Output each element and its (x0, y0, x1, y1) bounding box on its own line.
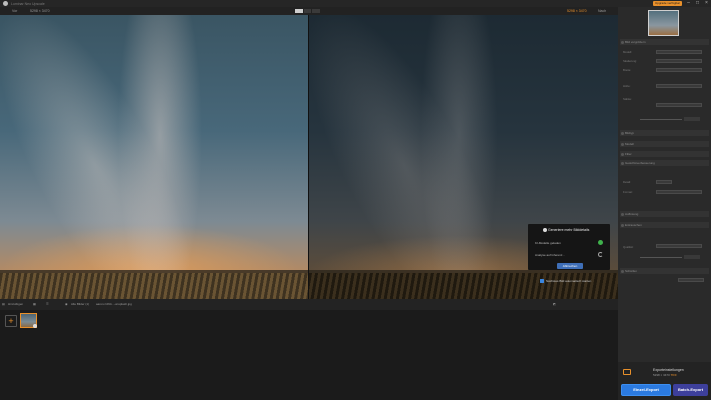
section-header[interactable]: Auflösung (620, 211, 709, 217)
panel-row-label: Modell: (623, 50, 633, 54)
detail-select[interactable] (656, 180, 672, 184)
check-icon (598, 240, 603, 245)
status-badge (33, 324, 37, 328)
list-view-icon[interactable]: ☰ (46, 302, 49, 306)
navigator-preview[interactable] (648, 10, 679, 36)
quality-select[interactable] (656, 244, 702, 248)
app-logo-icon (3, 1, 8, 6)
section-header[interactable]: Gesichtsverbesserung (620, 160, 709, 166)
export-settings-icon[interactable] (623, 369, 631, 375)
height-field[interactable] (656, 84, 702, 88)
file-name: aaron-f-094...-unsplash.jpg (96, 302, 132, 306)
detail-slider[interactable] (640, 119, 682, 120)
title-bar: Luminar Neo Upscale (0, 0, 711, 7)
section-header[interactable]: Entrauschen (620, 222, 709, 228)
single-export-button[interactable]: Einzel-Export (621, 384, 671, 396)
export-format: TIFF (670, 373, 677, 377)
before-size: 5298 × 3470 (30, 8, 50, 13)
filmstrip (0, 310, 618, 400)
add-image-button[interactable]: + (5, 315, 17, 327)
app-title: Luminar Neo Upscale (11, 1, 45, 6)
panel-row-label: Format: (623, 190, 633, 194)
dialog-step-models: KI-Modelle geladen (535, 241, 561, 245)
upgrade-button[interactable]: Upgrade verfügbar (653, 1, 682, 6)
dialog-step-inference: Analyse auf Inferenz... (535, 253, 565, 257)
cancel-button[interactable]: Abbrechen (557, 263, 583, 269)
spinner-icon (598, 252, 603, 257)
folder-icon[interactable]: ▤ (2, 302, 5, 306)
panel-row-label: Qualität: (623, 245, 634, 249)
quality-value[interactable] (684, 255, 700, 259)
after-label: Nach (598, 8, 607, 13)
model-select[interactable] (656, 50, 702, 54)
scale-select[interactable] (656, 59, 702, 63)
section-header[interactable]: Filter (620, 151, 709, 157)
quality-slider[interactable] (640, 257, 682, 258)
output-select[interactable] (678, 278, 704, 282)
image-thumbnail[interactable] (20, 313, 37, 328)
before-image (0, 15, 309, 299)
close-icon[interactable]: × (702, 0, 711, 7)
panel-row-label: Stärke: (623, 97, 632, 101)
strength-select[interactable] (656, 103, 702, 107)
panel-row-label: Breite: (623, 68, 632, 72)
export-settings-title[interactable]: Exporteinstellungen (653, 368, 684, 372)
after-size: 5298 × 3470 (567, 8, 587, 13)
batch-export-button[interactable]: Batch-Export (673, 384, 708, 396)
eye-icon[interactable]: ◉ (65, 302, 68, 306)
sparkle-icon (543, 228, 547, 232)
section-header[interactable]: Bildtyp (620, 130, 709, 136)
maximize-icon[interactable]: □ (693, 0, 702, 7)
section-header[interactable]: Modell (620, 141, 709, 147)
bottom-bar: ▤ Hinzufügen ▦ ☰ ◉ Alle Bilder (1) aaron… (0, 299, 618, 310)
panel-row-label: Detail: (623, 180, 631, 184)
dialog-title: Generiere mehr Bilddetails (548, 228, 590, 232)
settings-panel (618, 7, 711, 400)
view-bar: Vor 5298 × 3470 5298 × 3470 Nach (0, 7, 618, 15)
minimize-icon[interactable]: – (684, 0, 693, 7)
compare-divider[interactable] (308, 15, 309, 299)
image-count: Alle Bilder (1) (71, 302, 90, 306)
export-size: 5298 × 3470 TIFF (653, 373, 677, 377)
panel-row-label: Skalierung: (623, 59, 637, 63)
add-label[interactable]: Hinzufügen (8, 302, 23, 306)
detail-value[interactable] (684, 117, 700, 121)
compare-view-toggle[interactable] (295, 9, 322, 13)
auto-start-checkbox[interactable] (540, 279, 544, 283)
section-header[interactable]: Bild vergrößern (620, 39, 709, 45)
format-select[interactable] (656, 190, 702, 194)
before-label: Vor (12, 8, 18, 13)
section-header[interactable]: Schärfen (620, 268, 709, 274)
zoom-icon[interactable]: ◩ (553, 302, 556, 306)
auto-start-label: Nächstes Bild automatisch starten (546, 279, 592, 283)
grid-view-icon[interactable]: ▦ (33, 302, 36, 306)
width-field[interactable] (656, 68, 702, 72)
panel-row-label: Höhe: (623, 84, 631, 88)
